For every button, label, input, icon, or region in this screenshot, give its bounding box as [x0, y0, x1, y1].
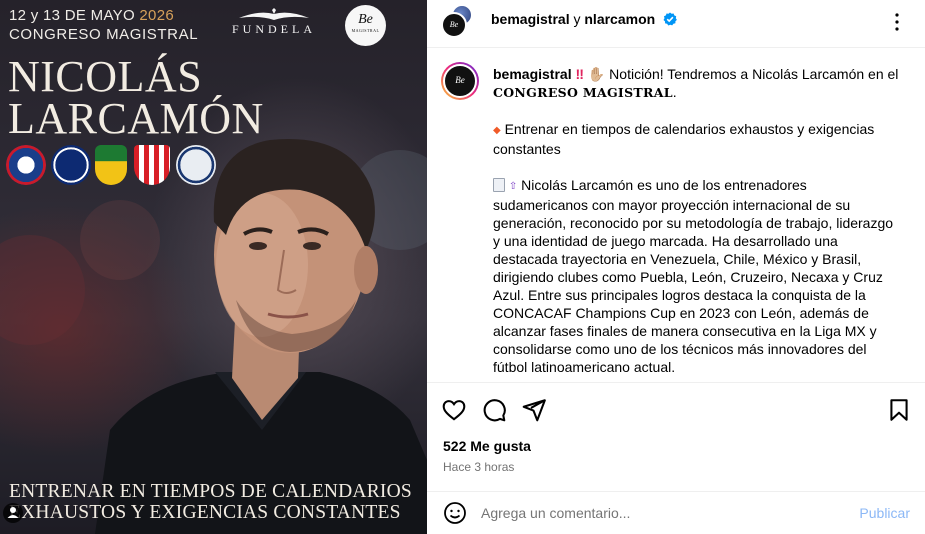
post-side-panel: Be bemagistral y nlarcamon Be bemagistra…: [427, 0, 925, 534]
waving-hand-icon: ✋🏼: [587, 66, 606, 82]
top-arrow-icon: ⇧: [508, 181, 518, 192]
author-link-nlarcamon[interactable]: nlarcamon: [584, 11, 655, 27]
author-link-bemagistral[interactable]: bemagistral: [491, 11, 570, 27]
post-image[interactable]: 12 y 13 DE MAYO 2026 CONGRESO MAGISTRAL …: [0, 0, 427, 534]
club-crests: [6, 145, 216, 187]
publish-button[interactable]: Publicar: [859, 505, 910, 521]
caption-avatar[interactable]: Be: [441, 62, 479, 100]
double-exclamation-icon: ‼: [575, 66, 584, 82]
verified-badge-icon: [663, 12, 677, 26]
caption-section: Be bemagistral ‼ ✋🏼 Notición! Tendremos …: [427, 49, 925, 383]
avatar-bemagistral[interactable]: Be: [441, 12, 467, 38]
event-title: CONGRESO MAGISTRAL: [9, 26, 199, 43]
cruzeiro-crest-icon: [51, 145, 91, 185]
bird-icon: [239, 8, 309, 20]
emoji-picker-icon[interactable]: [443, 501, 467, 525]
heart-icon[interactable]: [441, 397, 467, 423]
event-date: 12 y 13 DE MAYO 2026: [9, 7, 174, 24]
likes-count[interactable]: 522 Me gusta: [443, 438, 531, 454]
share-icon[interactable]: [521, 397, 547, 423]
cruz-azul-crest-icon: [6, 145, 46, 185]
speaker-name: NICOLÁS LARCAMÓN: [8, 52, 264, 143]
document-icon: [493, 178, 505, 192]
collab-avatars[interactable]: Be: [441, 4, 477, 38]
orange-diamond-icon: ◆: [493, 125, 501, 136]
fundela-logo: FUNDELA: [218, 8, 330, 40]
tagged-users-icon[interactable]: [2, 502, 24, 524]
talk-title: ENTRENAR EN TIEMPOS DE CALENDARIOS EXHAU…: [9, 481, 412, 523]
leon-crest-icon: [95, 145, 127, 185]
save-bookmark-icon[interactable]: [886, 397, 912, 423]
be-magistral-logo: Be MAGISTRAL: [345, 5, 386, 46]
necaxa-crest-icon: [134, 145, 170, 185]
post-authors: bemagistral y nlarcamon: [491, 11, 677, 27]
comment-input[interactable]: [481, 502, 841, 524]
post-timestamp[interactable]: Hace 3 horas: [443, 460, 514, 474]
post-header: Be bemagistral y nlarcamon: [427, 0, 925, 48]
comment-icon[interactable]: [481, 397, 507, 423]
post-caption: bemagistral ‼ ✋🏼 Notición! Tendremos a N…: [493, 66, 899, 375]
more-options-icon[interactable]: [885, 10, 909, 34]
action-bar: [427, 384, 925, 434]
comment-bar: Publicar: [427, 491, 925, 534]
puebla-crest-icon: [176, 145, 216, 185]
caption-username[interactable]: bemagistral: [493, 66, 572, 82]
